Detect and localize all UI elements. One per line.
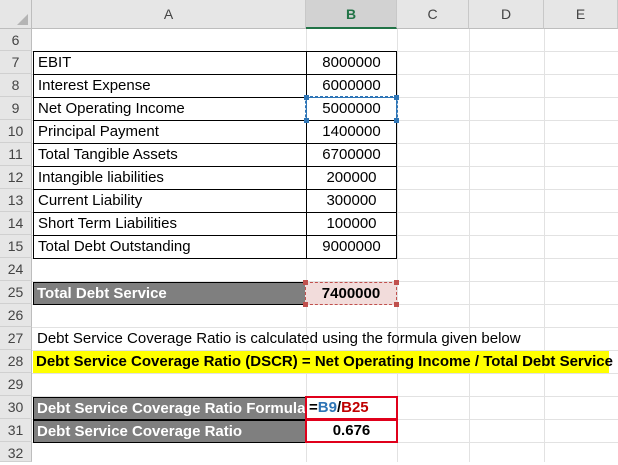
row-header[interactable]: 6 (0, 29, 32, 51)
value-interest-expense[interactable]: 6000000 (306, 74, 397, 98)
row-header[interactable]: 13 (0, 189, 32, 212)
value-total-tangible-assets[interactable]: 6700000 (306, 143, 397, 167)
formula-cell[interactable]: =B9/B25 (305, 396, 398, 420)
label-ebit[interactable]: EBIT (33, 51, 307, 75)
column-header-a[interactable]: A (32, 0, 306, 29)
select-all-icon (17, 14, 28, 25)
column-header-d[interactable]: D (469, 0, 544, 29)
value-short-term-liabilities[interactable]: 100000 (306, 212, 397, 236)
row-header[interactable]: 32 (0, 442, 32, 462)
row-header[interactable]: 10 (0, 120, 32, 143)
selection-handle[interactable] (304, 118, 309, 123)
row-header[interactable]: 12 (0, 166, 32, 189)
column-header-c[interactable]: C (397, 0, 469, 29)
value-intangible-liabilities[interactable]: 200000 (306, 166, 397, 190)
row-header[interactable]: 24 (0, 258, 32, 281)
row-header[interactable]: 30 (0, 396, 32, 419)
row-header[interactable]: 26 (0, 304, 32, 327)
row-header[interactable]: 14 (0, 212, 32, 235)
formula-highlight: Debt Service Coverage Ratio (DSCR) = Net… (33, 351, 613, 373)
spreadsheet: A B C D E 6 7 8 9 10 11 12 13 14 15 24 2… (0, 0, 618, 462)
row-header[interactable]: 8 (0, 74, 32, 97)
column-header-b[interactable]: B (306, 0, 397, 29)
value-current-liability[interactable]: 300000 (306, 189, 397, 213)
label-dscr[interactable]: Debt Service Coverage Ratio (33, 420, 307, 443)
label-intangible-liabilities[interactable]: Intangible liabilities (33, 166, 307, 190)
row-header[interactable]: 27 (0, 327, 32, 350)
row-header[interactable]: 25 (0, 281, 32, 304)
grid-line (544, 29, 545, 462)
row-header[interactable]: 28 (0, 350, 32, 373)
label-net-operating-income[interactable]: Net Operating Income (33, 97, 307, 121)
row-header[interactable]: 11 (0, 143, 32, 166)
select-all-corner[interactable] (0, 0, 32, 29)
formula-ref-b25: B25 (341, 399, 369, 416)
value-total-debt-outstanding[interactable]: 9000000 (306, 235, 397, 259)
selection-handle[interactable] (394, 302, 399, 307)
label-total-debt-outstanding[interactable]: Total Debt Outstanding (33, 235, 307, 259)
label-current-liability[interactable]: Current Liability (33, 189, 307, 213)
row-header[interactable]: 9 (0, 97, 32, 120)
row-header[interactable]: 29 (0, 373, 32, 396)
grid-line (32, 373, 618, 374)
label-total-tangible-assets[interactable]: Total Tangible Assets (33, 143, 307, 167)
note-text: Debt Service Coverage Ratio is calculate… (37, 330, 521, 347)
label-total-debt-service[interactable]: Total Debt Service (33, 282, 307, 305)
label-principal-payment[interactable]: Principal Payment (33, 120, 307, 144)
selection-handle[interactable] (394, 280, 399, 285)
value-net-operating-income[interactable]: 5000000 (305, 96, 398, 122)
label-short-term-liabilities[interactable]: Short Term Liabilities (33, 212, 307, 236)
value-dscr[interactable]: 0.676 (305, 419, 398, 443)
column-header-e[interactable]: E (544, 0, 618, 29)
selection-handle[interactable] (303, 302, 308, 307)
label-dscr-formula[interactable]: Debt Service Coverage Ratio Formula (33, 397, 307, 420)
value-total-debt-service[interactable]: 7400000 (305, 282, 397, 305)
row-header[interactable]: 31 (0, 419, 32, 442)
formula-equals: = (309, 399, 318, 416)
selection-handle[interactable] (394, 95, 399, 100)
label-interest-expense[interactable]: Interest Expense (33, 74, 307, 98)
formula-ref-b9: B9 (317, 399, 337, 416)
value-ebit[interactable]: 8000000 (306, 51, 397, 75)
value-principal-payment[interactable]: 1400000 (306, 120, 397, 144)
grid-line (469, 29, 470, 462)
row-header[interactable]: 7 (0, 51, 32, 74)
selection-handle[interactable] (304, 95, 309, 100)
selection-handle[interactable] (394, 118, 399, 123)
selection-handle[interactable] (303, 280, 308, 285)
row-header[interactable]: 15 (0, 235, 32, 258)
